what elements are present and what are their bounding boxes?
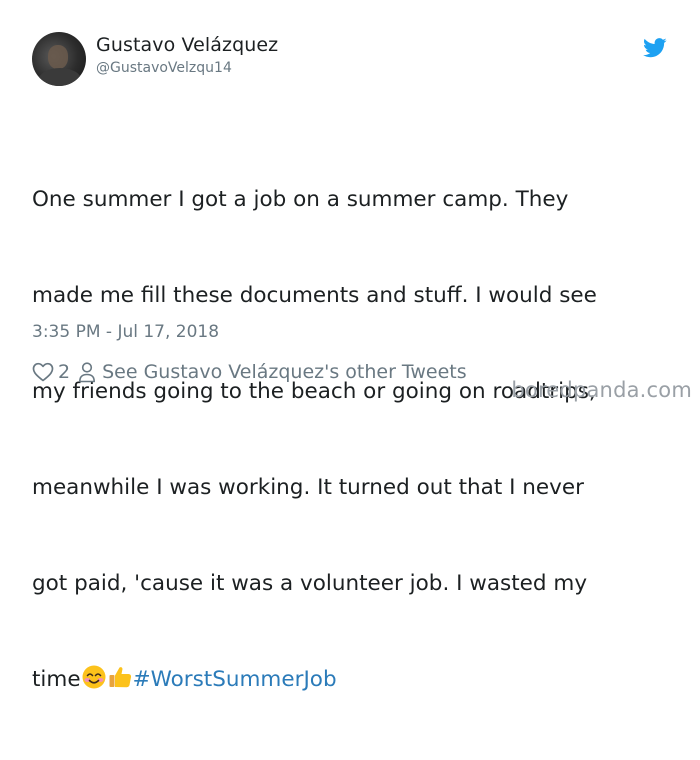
tweet-card: Gustavo Velázquez @GustavoVelzqu14 One s…: [0, 0, 700, 692]
tweet-line: made me fill these documents and stuff. …: [32, 283, 597, 308]
tweet-line: meanwhile I was working. It turned out t…: [32, 475, 584, 500]
author-name[interactable]: Gustavo Velázquez: [96, 34, 278, 56]
avatar-face: [48, 45, 68, 69]
like-count: 2: [58, 361, 71, 383]
twitter-bird-icon[interactable]: [643, 38, 667, 58]
watermark: boredpanda.com: [511, 378, 692, 402]
avatar[interactable]: [32, 32, 86, 86]
person-icon[interactable]: [78, 361, 96, 383]
tweet-line: One summer I got a job on a summer camp.…: [32, 187, 569, 212]
tweet-line-last: time #WorstSummerJob: [32, 664, 682, 696]
tweet-last-word: time: [32, 667, 81, 692]
tweet-text: One summer I got a job on a summer camp.…: [32, 120, 682, 760]
heart-icon[interactable]: [32, 362, 54, 382]
other-tweets-link[interactable]: See Gustavo Velázquez's other Tweets: [102, 361, 467, 383]
tweet-timestamp[interactable]: 3:35 PM - Jul 17, 2018: [32, 322, 219, 342]
author-handle[interactable]: @GustavoVelzqu14: [96, 60, 232, 76]
tweet-line: got paid, 'cause it was a volunteer job.…: [32, 571, 588, 596]
tweet-actions: 2 See Gustavo Velázquez's other Tweets: [32, 358, 467, 386]
smiling-face-with-smiling-eyes-icon: [82, 665, 106, 689]
hashtag-link[interactable]: #WorstSummerJob: [133, 667, 337, 692]
avatar-shoulders: [38, 68, 82, 86]
thumbs-up-icon: [109, 667, 131, 688]
